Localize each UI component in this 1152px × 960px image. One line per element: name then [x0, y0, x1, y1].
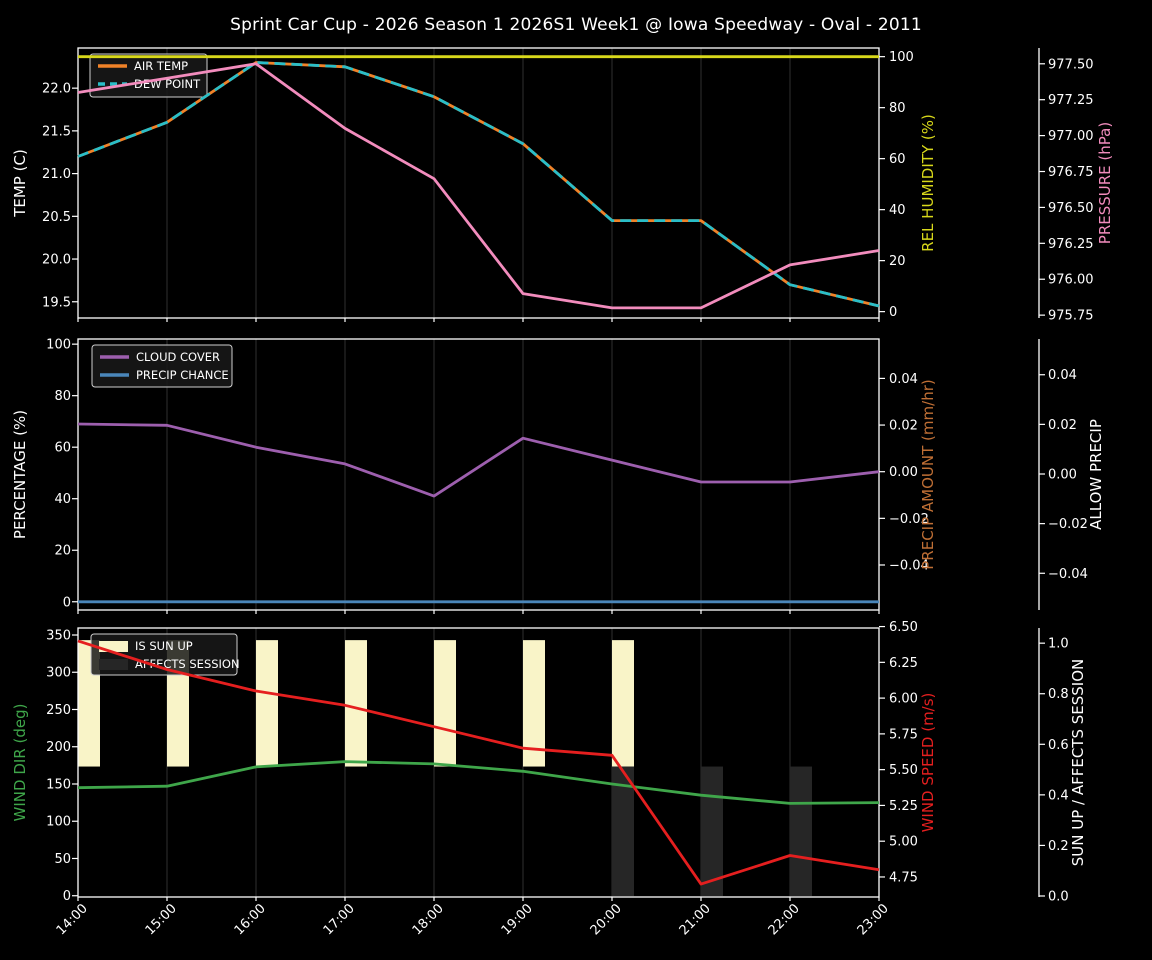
x-tick-label: 15:00: [143, 901, 180, 938]
wind-dir-deg-axis-label: WIND DIR (deg): [11, 704, 29, 822]
cloud-cover-line: [77, 422, 880, 498]
pressure-hpa-axis-label: PRESSURE (hPa): [1096, 122, 1114, 244]
right2-tick-label: 977.00: [1048, 129, 1094, 144]
right2-tick-label: 0.04: [1048, 368, 1077, 383]
right1-tick-label: 0.00: [889, 465, 918, 480]
x-tick-label: 14:00: [54, 901, 91, 938]
right2-tick-label: 976.25: [1048, 237, 1094, 252]
is-sun-up-bar: [345, 640, 367, 767]
right1-tick-label: 60: [889, 152, 906, 167]
weather-forecast-window: { "title": "Sprint Car Cup - 2026 Season…: [0, 0, 1152, 960]
right1-tick-label: 0.04: [889, 372, 918, 387]
x-tick-label: 20:00: [588, 901, 625, 938]
right2-tick-label: 976.75: [1048, 165, 1094, 180]
x-tick-label: 18:00: [410, 901, 447, 938]
right1-tick-label: 40: [889, 203, 906, 218]
left-tick-label: 21.0: [42, 167, 71, 182]
wind-sun-plot: 0 50 100 150 200 250 300 350 4.75 5.00 5.25 5.50 5.7…: [11, 620, 1087, 938]
temp-humidity-pressure-plot: 19.5 20.0 20.5 21.0 21.5 22.0 0 20 40 60 80 100 975.…: [11, 47, 1114, 324]
right2-tick-label: 977.25: [1048, 93, 1094, 108]
right1-tick-label: 6.00: [889, 692, 918, 707]
right2-tick-label: 0.2: [1048, 839, 1069, 854]
right1-tick-label: 5.50: [889, 763, 918, 778]
left-tick-label: 100: [46, 338, 71, 353]
right2-tick-label: 0.0: [1048, 889, 1069, 904]
x-tick-label: 16:00: [232, 901, 269, 938]
left-tick-label: 40: [54, 492, 71, 507]
sun-up-affects-session-axis-label: SUN UP / AFFECTS SESSION: [1069, 659, 1087, 867]
forecast-charts-canvas: 19.5 20.0 20.5 21.0 21.5 22.0 0 20 40 60 80 100 975.…: [11, 47, 1114, 938]
left-tick-label: 300: [46, 666, 71, 681]
right2-tick-label: 1.0: [1048, 637, 1069, 652]
right2-tick-label: −0.02: [1048, 517, 1088, 532]
right2-tick-label: 976.00: [1048, 273, 1094, 288]
is-sun-up-bar: [612, 640, 634, 767]
left-tick-label: 50: [54, 852, 71, 867]
wind-dir-line: [77, 760, 880, 805]
rel-humidity-axis-label: REL HUMIDITY (%): [919, 114, 937, 252]
legend-item-label: CLOUD COVER: [136, 350, 220, 364]
affects-session-bar: [701, 766, 723, 896]
dew-point-line: [77, 61, 880, 308]
right1-tick-label: 5.00: [889, 835, 918, 850]
precip-amount-mm-hr-axis-label: PRECIP AMOUNT (mm/hr): [919, 379, 937, 569]
temp-c-axis-label: TEMP (C): [11, 149, 29, 218]
left-tick-label: 60: [54, 441, 71, 456]
legend-item-label: AIR TEMP: [134, 59, 188, 73]
right1-tick-label: 6.50: [889, 620, 918, 635]
x-tick-label: 19:00: [499, 901, 536, 938]
right2-tick-label: −0.04: [1048, 567, 1088, 582]
legend-item-label: PRECIP CHANCE: [136, 368, 229, 382]
left-tick-label: 0: [63, 889, 71, 904]
right2-tick-label: 0.6: [1048, 738, 1069, 753]
legend-item-label: IS SUN UP: [135, 639, 193, 653]
left-tick-label: 150: [46, 777, 71, 792]
left-tick-label: 21.5: [42, 124, 71, 139]
allow-precip-axis-label: ALLOW PRECIP: [1087, 419, 1105, 530]
right1-tick-label: 0.02: [889, 419, 918, 434]
right1-tick-label: 6.25: [889, 656, 918, 671]
wind-speed-m-s-axis-label: WIND SPEED (m/s): [919, 693, 937, 833]
right1-tick-label: 20: [889, 254, 906, 269]
percentage-axis-label: PERCENTAGE (%): [11, 410, 29, 539]
left-tick-label: 100: [46, 815, 71, 830]
is-sun-up-bar: [256, 640, 278, 767]
legend: CLOUD COVER PRECIP CHANCE: [91, 344, 233, 388]
right2-tick-label: 0.02: [1048, 418, 1077, 433]
right1-tick-label: 0: [889, 305, 897, 320]
left-tick-label: 80: [54, 389, 71, 404]
left-tick-label: 22.0: [42, 82, 71, 97]
right1-tick-label: 80: [889, 101, 906, 116]
left-tick-label: 200: [46, 740, 71, 755]
air-temp-line: [77, 61, 880, 308]
right2-tick-label: 0.8: [1048, 687, 1069, 702]
is-sun-up-bar: [434, 640, 456, 767]
affects-session-bar: [790, 766, 812, 896]
wind-speed-line: [77, 639, 880, 886]
cloud-precip-plot: 020406080100−0.04−0.020.000.020.04−0.04−…: [11, 338, 1105, 614]
right1-tick-label: 5.25: [889, 799, 918, 814]
right2-tick-label: 0.4: [1048, 788, 1069, 803]
left-tick-label: 0: [63, 595, 71, 610]
left-tick-label: 20: [54, 544, 71, 559]
right1-tick-label: 100: [889, 50, 914, 65]
left-tick-label: 250: [46, 703, 71, 718]
right2-tick-label: 977.50: [1048, 57, 1094, 72]
left-tick-label: 350: [46, 629, 71, 644]
x-tick-label: 23:00: [855, 901, 892, 938]
x-tick-label: 17:00: [321, 901, 358, 938]
right1-tick-label: 5.75: [889, 727, 918, 742]
affects-session-legend-swatch: [99, 659, 128, 670]
left-tick-label: 20.0: [42, 253, 71, 268]
left-tick-label: 20.5: [42, 210, 71, 225]
x-tick-label: 21:00: [677, 901, 714, 938]
x-tick-label: 22:00: [766, 901, 803, 938]
right1-tick-label: 4.75: [889, 870, 918, 885]
left-tick-label: 19.5: [42, 295, 71, 310]
right2-tick-label: 976.50: [1048, 201, 1094, 216]
right2-tick-label: 975.75: [1048, 309, 1094, 324]
right2-tick-label: 0.00: [1048, 468, 1077, 483]
